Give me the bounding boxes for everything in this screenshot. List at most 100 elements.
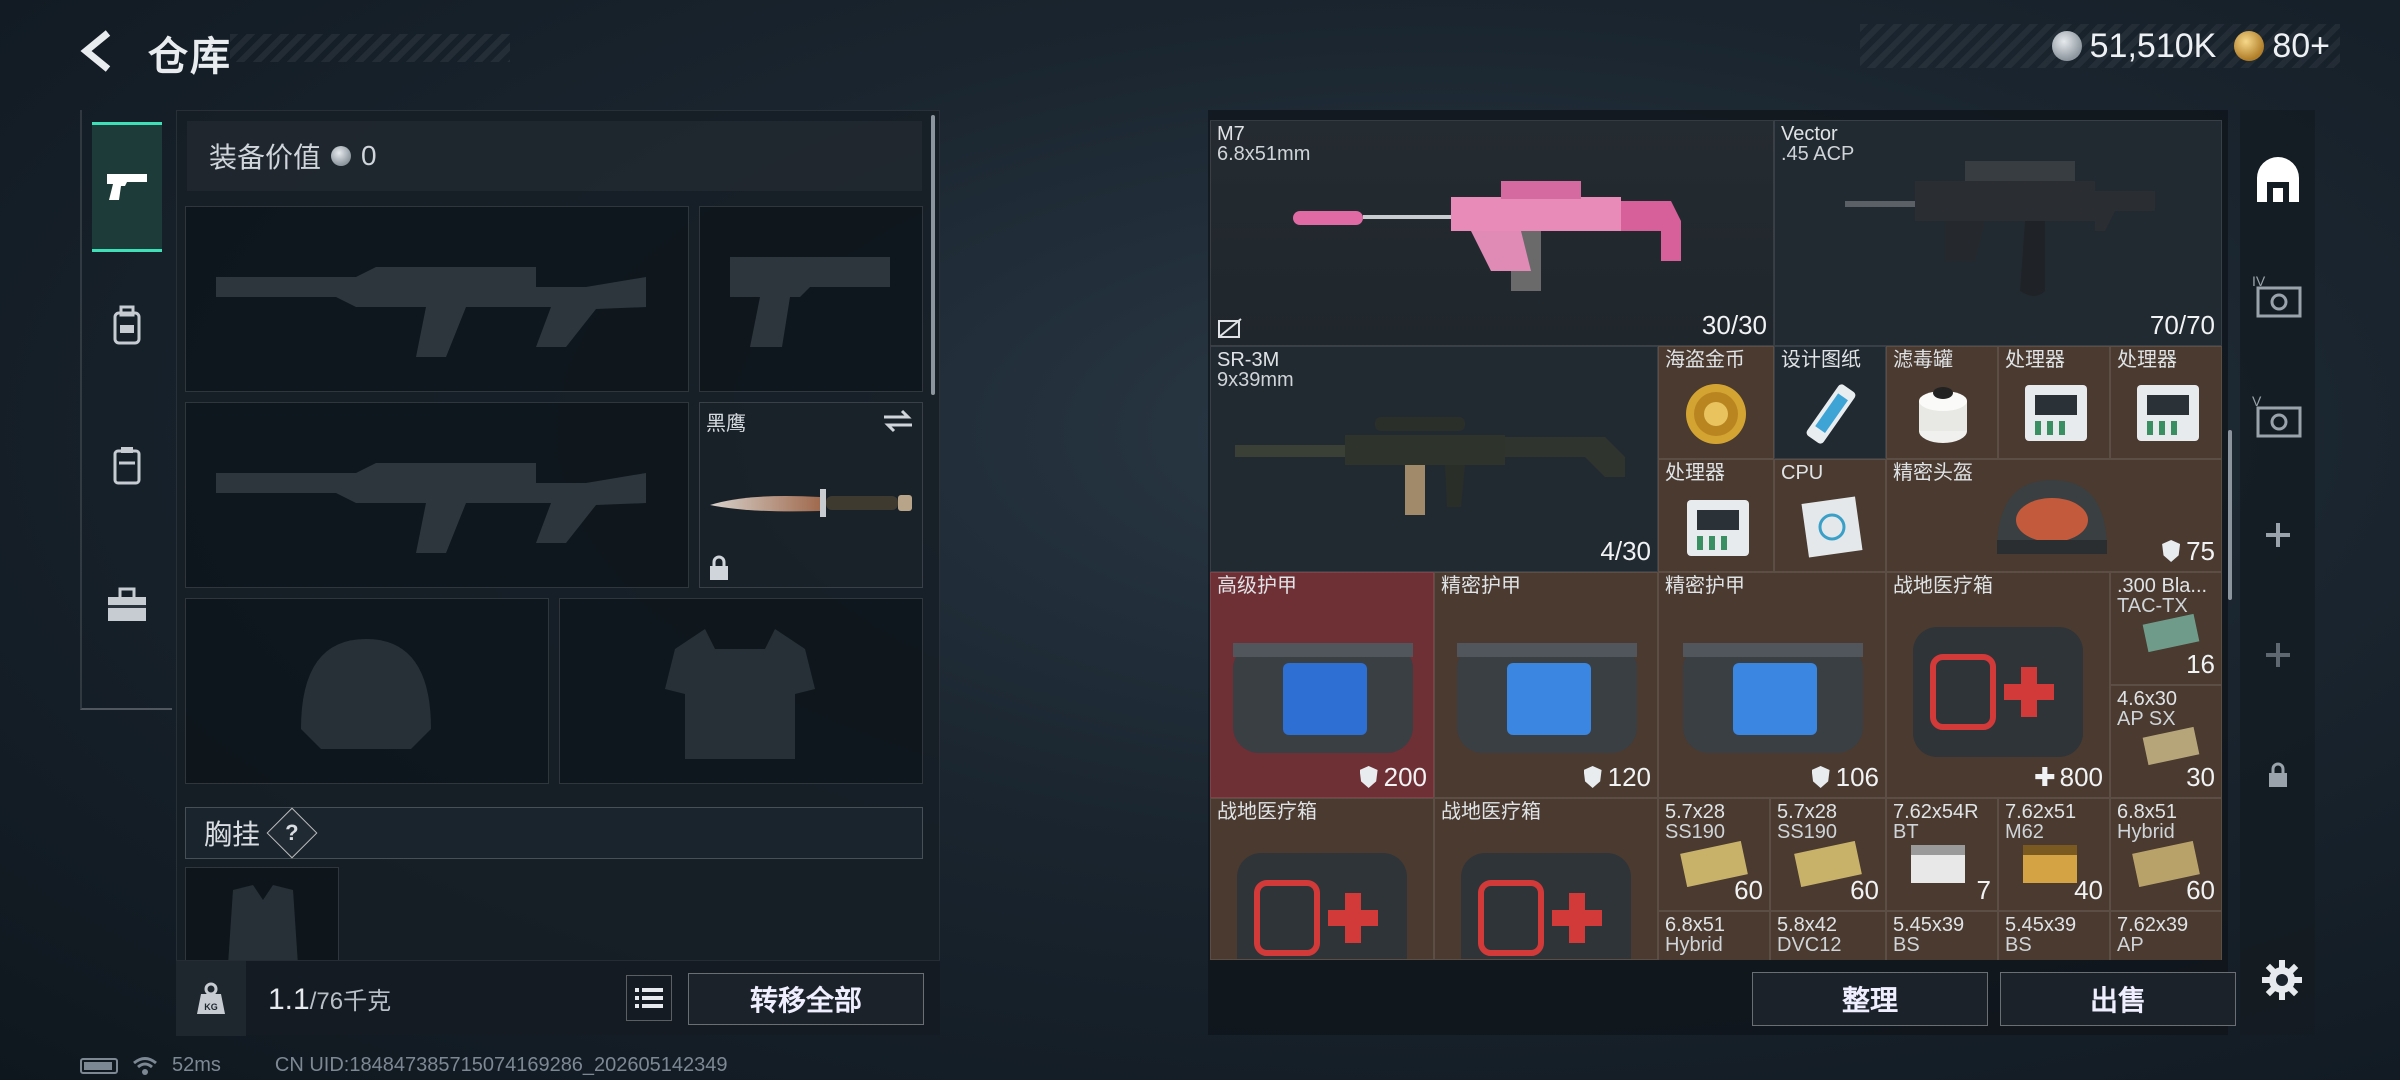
inventory-item-cpu[interactable]: CPU [1774,459,1886,572]
inventory-item-ammo-46x30[interactable]: 4.6x30 AP SX 30 [2110,685,2222,798]
armor-slot[interactable] [559,598,923,784]
equipment-value-label: 装备价值 [209,142,322,173]
medkit-icon [1237,853,1407,959]
tab-weapons[interactable] [92,122,162,252]
inventory-item-processor[interactable]: 处理器 [1998,346,2110,459]
inventory-item-ammo-762x51[interactable]: 7.62x51 M62 40 [1998,798,2110,911]
inventory-item-advanced-armor[interactable]: 高级护甲 200 [1210,572,1434,798]
heal-plus-icon: ✚ [2033,762,2056,792]
knife-icon [710,489,912,517]
inventory-item-field-medkit[interactable]: 战地医疗箱 ✚ 800 [1886,572,2110,798]
primary-weapon-slot-1[interactable] [185,206,689,392]
backpack-icon [113,305,141,345]
inventory-item-ammo-68x51[interactable]: 6.8x51 Hybrid 60 [2110,798,2222,911]
rifle-silhouette-icon [216,267,646,357]
scrollbar[interactable] [931,115,935,395]
lock-icon [2268,762,2287,787]
gold-coin-icon [1686,384,1746,444]
armor-shield-icon [1359,766,1378,788]
pistol-silhouette-icon [730,257,890,347]
swap-icon[interactable] [882,409,914,433]
weight-readout: 1.1/76千克 [268,981,391,1017]
currency-bar: 51,510K 80+ [1860,24,2340,68]
back-button[interactable] [70,22,130,80]
melee-slot[interactable]: 黑鹰 [699,402,923,588]
inventory-item-pirate-coin[interactable]: 海盗金币 [1658,346,1774,459]
smg-icon [1845,161,2155,296]
title-decoration [230,34,510,62]
add-storage-button[interactable] [2240,480,2315,590]
inventory-item-ammo-762x54r[interactable]: 7.62x54R BT 7 [1886,798,1998,911]
list-icon [635,988,663,1008]
locked-storage-tab[interactable] [2240,720,2315,830]
melee-item-name: 黑鹰 [706,413,746,435]
tab-main-storage[interactable] [2240,126,2315,236]
silver-currency[interactable]: 51,510K [2051,27,2216,66]
blueprint-icon [1806,384,1856,444]
no-modify-icon [1218,318,1242,338]
sort-button[interactable]: 整理 [1752,972,1988,1026]
inventory-item-ammo-57x28[interactable]: 5.7x28 SS190 60 [1770,798,1886,911]
inventory-grid: M7 6.8x51mm 30/30 Vector .45 ACP 70/70 S… [1210,120,2222,960]
settings-button[interactable] [2252,950,2312,1010]
inventory-item-filter-canister[interactable]: 滤毒罐 [1886,346,1998,459]
inventory-item-ammo-57x28[interactable]: 5.7x28 SS190 60 [1658,798,1770,911]
storage-tabs: IV V [2240,110,2315,1035]
plus-icon [2265,523,2290,547]
gold-currency[interactable]: 80+ [2234,27,2330,66]
inventory-item-processor[interactable]: 处理器 [1658,459,1774,572]
silver-coin-icon [2051,31,2082,61]
inventory-item-ammo-545x39[interactable]: 5.45x39 BS [1998,911,2110,960]
status-bar: 52ms CN UID:184847385715074169286_202605… [80,1054,728,1077]
processor-icon [2025,385,2087,441]
inventory-item-processor[interactable]: 处理器 [2110,346,2222,459]
inventory-item-m7[interactable]: M7 6.8x51mm 30/30 [1210,120,1774,346]
rifle-icon [1293,181,1681,291]
ammo-box-icon [2142,613,2200,653]
inventory-item-ammo-300blk[interactable]: .300 Bla... TAC-TX 16 [2110,572,2222,685]
inventory-item-precision-armor[interactable]: 精密护甲 120 [1434,572,1658,798]
inventory-item-precision-armor[interactable]: 精密护甲 106 [1658,572,1886,798]
inventory-item-vector[interactable]: Vector .45 ACP 70/70 [1774,120,2222,346]
helmet-slot[interactable] [185,598,549,784]
canister-icon [1919,387,1967,443]
tab-container[interactable] [92,400,162,530]
transfer-all-button[interactable]: 转移全部 [688,973,924,1025]
inventory-item-sr3m[interactable]: SR-3M 9x39mm 4/30 [1210,346,1658,572]
weight-current: 1.1 [268,983,310,1016]
ammo-box-icon [2142,726,2200,766]
ammo-box-icon [1911,845,1965,883]
tab-backpack[interactable] [92,260,162,390]
tab-safe-v[interactable]: V [2240,360,2315,470]
inventory-item-ammo-58x42[interactable]: 5.8x42 DVC12 [1770,911,1886,960]
tab-safe-iv[interactable]: IV [2240,240,2315,350]
user-uid: CN UID:184847385715074169286_20260514234… [274,1054,728,1076]
armor-shield-icon [1583,766,1602,788]
inventory-item-precision-helmet[interactable]: 精密头盔 75 [1886,459,2222,572]
armor-shield-icon [2162,540,2181,562]
tab-toolbox[interactable] [92,540,162,670]
pistol-slot[interactable] [699,206,923,392]
inventory-item-ammo-545x39[interactable]: 5.45x39 BS [1886,911,1998,960]
weight-icon: KG [197,982,225,1014]
medkit-icon [1461,853,1631,959]
scrollbar[interactable] [2228,430,2232,600]
list-view-button[interactable] [626,975,672,1021]
armor-bag-icon [1233,643,1413,753]
add-storage-button[interactable] [2240,600,2315,710]
helmet-icon [1997,480,2107,554]
inventory-item-ammo-68x51[interactable]: 6.8x51 Hybrid [1658,911,1770,960]
sell-button[interactable]: 出售 [2000,972,2236,1026]
briefcase-icon [108,587,146,621]
inventory-item-blueprint[interactable]: 设计图纸 [1774,346,1886,459]
armor-shield-icon [1811,766,1830,788]
inventory-item-field-medkit[interactable]: 战地医疗箱 [1434,798,1658,960]
processor-icon [1687,500,1749,556]
battery-icon [80,1057,118,1074]
primary-weapon-slot-2[interactable] [185,402,689,588]
page-title: 仓库 [148,35,232,79]
inventory-item-field-medkit[interactable]: 战地医疗箱 [1210,798,1434,960]
help-icon[interactable]: ? [266,807,318,859]
ping-readout: 52ms [172,1054,221,1076]
inventory-item-ammo-762x39[interactable]: 7.62x39 AP [2110,911,2222,960]
